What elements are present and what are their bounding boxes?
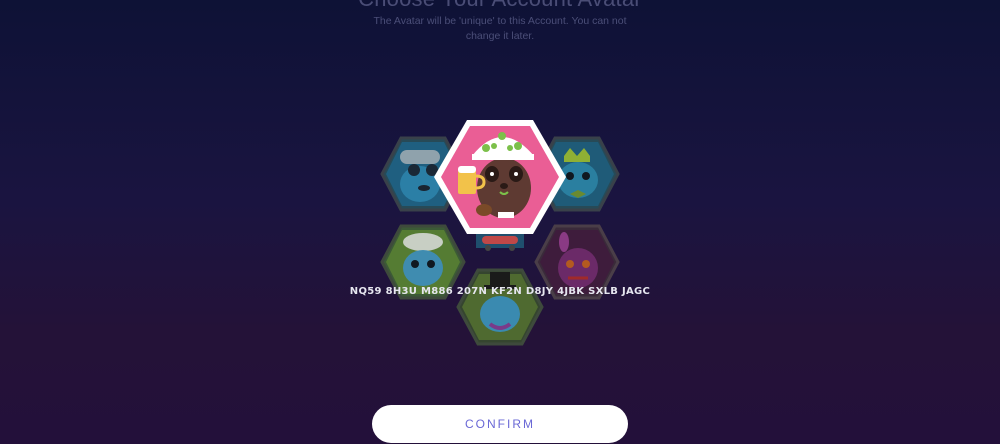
avatar-picker xyxy=(0,0,1000,444)
confirm-button[interactable]: CONFIRM xyxy=(372,405,628,443)
avatar-option-top-hat[interactable] xyxy=(456,268,544,346)
account-id: NQ59 8H3U M886 207N KF2N D8JY 4JBK SXLB … xyxy=(349,286,651,297)
avatar-selected-beer-panda[interactable] xyxy=(432,118,568,236)
